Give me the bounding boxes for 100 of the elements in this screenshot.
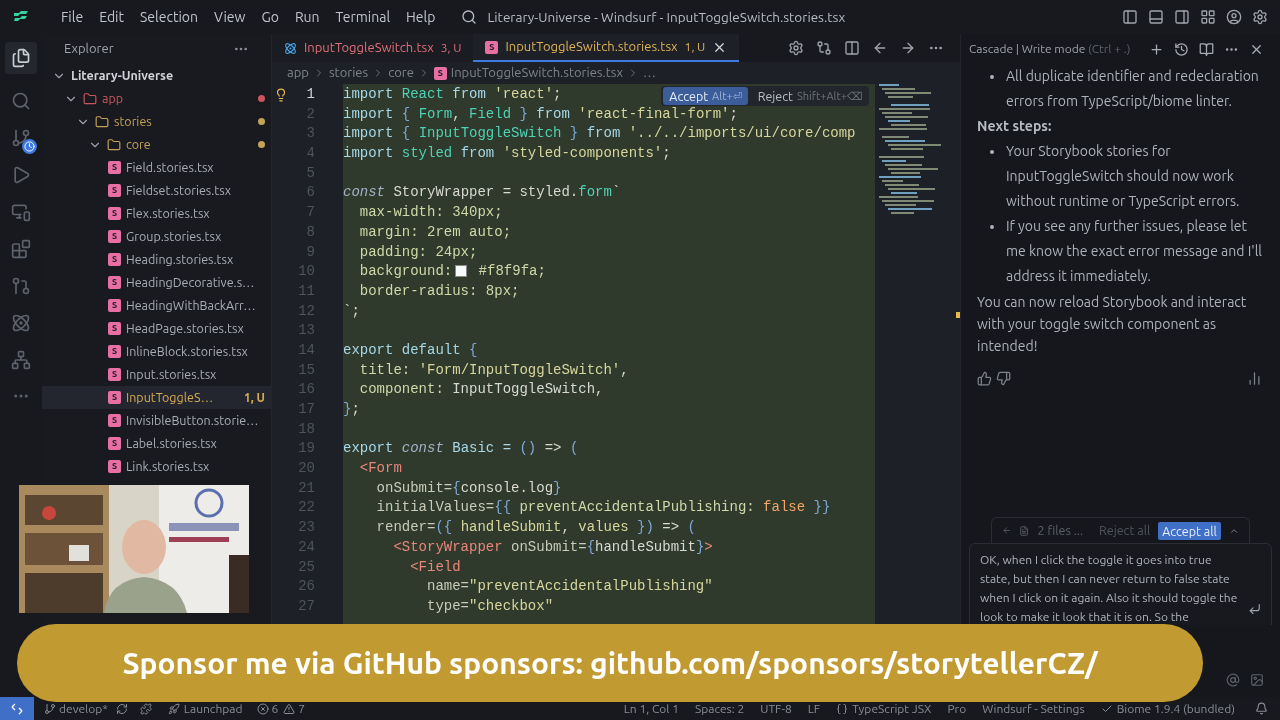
menu-item[interactable]: Edit	[91, 6, 132, 28]
launchpad-item[interactable]: Launchpad	[167, 699, 243, 718]
branch-label: develop*	[59, 700, 108, 717]
item-label: HeadingDecorative.s…	[126, 274, 255, 292]
explorer-icon[interactable]	[11, 48, 31, 68]
story-entry[interactable]: S InputToggleS… 1, U	[42, 386, 271, 409]
story-entry[interactable]: S InlineBlock.stories.tsx	[42, 340, 271, 363]
folder-entry[interactable]: stories	[42, 110, 271, 133]
menu-item[interactable]: View	[206, 6, 254, 28]
thumbs-up-icon[interactable]	[977, 371, 992, 386]
new-chat-icon[interactable]	[1149, 41, 1164, 57]
status-item[interactable]: Ln 1, Col 1	[623, 699, 679, 718]
pull-request-icon[interactable]	[11, 276, 31, 296]
remote-explorer-icon[interactable]	[11, 202, 31, 222]
remote-icon	[11, 702, 23, 715]
reject-button[interactable]: Reject Shift+Alt+⌫	[753, 87, 867, 105]
stats-icon[interactable]	[1247, 371, 1262, 386]
puzzle-icon[interactable]	[139, 702, 152, 715]
mention-icon[interactable]	[1226, 673, 1240, 687]
menu-item[interactable]: Selection	[132, 6, 207, 28]
code-line: max-width: 340px;	[358, 203, 503, 223]
sidebar-toggle-icon[interactable]	[1122, 9, 1138, 25]
atom-icon[interactable]	[11, 313, 31, 333]
storybook-icon: S	[108, 345, 121, 358]
story-entry[interactable]: S HeadPage.stories.tsx	[42, 317, 271, 340]
story-entry[interactable]: S Link.stories.tsx	[42, 455, 271, 478]
story-entry[interactable]: S InvisibleButton.storie…	[42, 409, 271, 432]
thumbs-down-icon[interactable]	[996, 371, 1011, 386]
story-entry[interactable]: S HeadingDecorative.s…	[42, 271, 271, 294]
menu-item[interactable]: Terminal	[327, 6, 399, 28]
status-label: 3, U	[440, 40, 462, 56]
story-entry[interactable]: S Group.stories.tsx	[42, 225, 271, 248]
chat-input[interactable]: OK, when I click the toggle it goes into true state, but then I can never return to false state when I click on it again. Also it should toggle the look to make it look that it is on. So the	[969, 543, 1272, 625]
storybook-icon: S	[108, 276, 121, 289]
menu-item[interactable]: File	[53, 6, 92, 28]
book-icon[interactable]	[1199, 41, 1214, 57]
language-item[interactable]: TypeScript JSX	[836, 699, 932, 718]
menu-item[interactable]: Help	[398, 6, 444, 28]
problems-item[interactable]: 6 7	[256, 699, 306, 718]
search-icon[interactable]	[461, 9, 478, 25]
menu-item[interactable]: Run	[286, 6, 328, 28]
forward-icon[interactable]	[900, 40, 916, 56]
run-debug-icon[interactable]	[11, 165, 31, 185]
network-icon[interactable]	[11, 350, 31, 370]
branch-item[interactable]: develop*	[44, 699, 108, 718]
storybook-icon: S	[108, 207, 121, 220]
split-editor-icon[interactable]	[844, 40, 860, 56]
status-item[interactable]: Spaces: 2	[694, 699, 745, 718]
sync-icon[interactable]	[115, 702, 128, 715]
status-item[interactable]: UTF-8	[760, 699, 792, 718]
code-line: export default {	[343, 340, 478, 360]
story-entry[interactable]: S Input.stories.tsx	[42, 363, 271, 386]
item-label: Group.stories.tsx	[126, 228, 222, 246]
storybook-icon: S	[108, 230, 121, 243]
breadcrumb-item[interactable]: app	[287, 63, 309, 83]
lightbulb-icon[interactable]	[274, 88, 288, 102]
back-icon[interactable]	[872, 40, 888, 56]
breadcrumb-item[interactable]: stories	[328, 63, 369, 83]
storybook-icon: S	[485, 40, 499, 54]
breadcrumb-item[interactable]: InputToggleSwitch.stories.tsx	[450, 63, 624, 83]
notifications-icon[interactable]	[1255, 702, 1268, 715]
folder-entry[interactable]: app	[42, 87, 271, 110]
editor-tab[interactable]: S InputToggleSwitch.stories.tsx 1, U	[473, 34, 740, 62]
enter-icon[interactable]	[1247, 602, 1261, 616]
status-item[interactable]: LF	[807, 699, 821, 718]
code-line: `;	[343, 301, 360, 321]
settings-icon[interactable]	[1252, 9, 1268, 25]
story-entry[interactable]: S Label.stories.tsx	[42, 432, 271, 455]
story-entry[interactable]: S Heading.stories.tsx	[42, 248, 271, 271]
extensions-icon[interactable]	[11, 239, 31, 259]
tab-label: InputToggleSwitch.stories.tsx	[505, 38, 678, 56]
image-icon[interactable]	[1250, 673, 1264, 687]
source-control-icon[interactable]	[11, 128, 31, 148]
compare-icon[interactable]	[816, 40, 832, 56]
breadcrumb-item[interactable]: …	[643, 63, 656, 83]
settings-icon[interactable]	[788, 40, 804, 56]
accept-all-button[interactable]: Accept all	[1158, 521, 1221, 540]
item-label: HeadPage.stories.tsx	[126, 320, 244, 338]
clock-badge-icon	[22, 139, 37, 154]
secondary-sidebar-icon[interactable]	[1174, 9, 1190, 25]
story-entry[interactable]: S Fieldset.stories.tsx	[42, 179, 271, 202]
linter-item[interactable]: Biome 1.9.4 (bundled)	[1100, 699, 1235, 718]
react-icon	[284, 41, 297, 55]
menu-item[interactable]: Go	[253, 6, 287, 28]
launchpad-label: Launchpad	[183, 700, 243, 717]
story-entry[interactable]: S Flex.stories.tsx	[42, 202, 271, 225]
breadcrumb-item[interactable]: core	[388, 63, 414, 83]
folder-entry[interactable]: Literary-Universe	[42, 64, 271, 87]
story-entry[interactable]: S Field.stories.tsx	[42, 156, 271, 179]
history-icon[interactable]	[1174, 41, 1189, 57]
accept-button[interactable]: Accept Alt+⏎	[663, 87, 748, 105]
window-title: Literary-Universe - Windsurf - InputToggleSwitch.stories.tsx	[487, 7, 846, 27]
status-item[interactable]: Pro	[947, 699, 967, 718]
panel-toggle-icon[interactable]	[1148, 9, 1164, 25]
status-item[interactable]: Windsurf - Settings	[982, 699, 1085, 718]
folder-entry[interactable]: core	[42, 133, 271, 156]
story-entry[interactable]: S HeadingWithBackArr…	[42, 294, 271, 317]
item-label: Link.stories.tsx	[126, 458, 210, 476]
layout-icon[interactable]	[1200, 9, 1216, 25]
account-icon[interactable]	[1226, 9, 1242, 25]
